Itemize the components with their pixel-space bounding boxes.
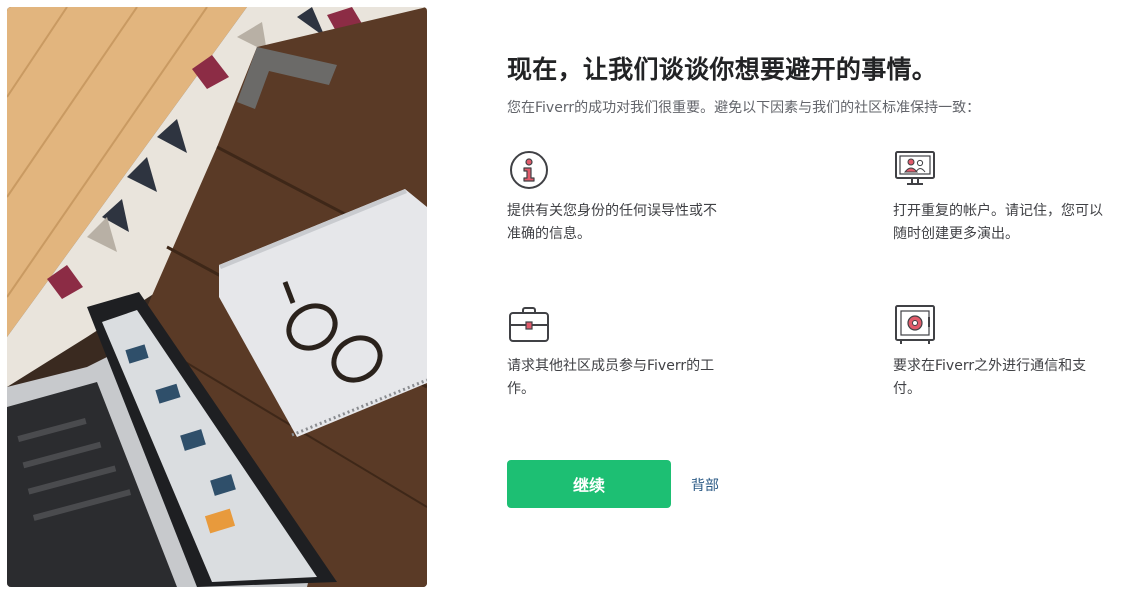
avoid-item-text: 提供有关您身份的任何误导性或不准确的信息。 xyxy=(507,203,717,242)
avoid-item-misleading-info: 提供有关您身份的任何误导性或不准确的信息。 xyxy=(507,148,727,246)
avoid-item-duplicate-accounts: 打开重复的帐户。请记住，您可以随时创建更多演出。 xyxy=(893,148,1113,246)
briefcase-icon xyxy=(509,307,549,342)
continue-button[interactable]: 继续 xyxy=(507,460,671,508)
avoid-item-text: 请求其他社区成员参与Fiverr的工作。 xyxy=(507,358,715,397)
main-content: 现在，让我们谈谈你想要避开的事情。 您在Fiverr的成功对我们很重要。避免以下… xyxy=(507,0,1107,592)
avoid-item-text: 打开重复的帐户。请记住，您可以随时创建更多演出。 xyxy=(893,203,1103,242)
avoid-item-outside-payments: 要求在Fiverr之外进行通信和支付。 xyxy=(893,303,1113,401)
safe-icon xyxy=(895,305,935,344)
page-title: 现在，让我们谈谈你想要避开的事情。 xyxy=(507,55,938,84)
page-subtitle: 您在Fiverr的成功对我们很重要。避免以下因素与我们的社区标准保持一致： xyxy=(507,100,981,116)
monitor-users-icon xyxy=(895,151,935,185)
hero-photo xyxy=(7,7,427,587)
info-icon xyxy=(510,151,548,189)
avoid-item-text: 要求在Fiverr之外进行通信和支付。 xyxy=(893,358,1087,397)
avoid-item-soliciting-work: 请求其他社区成员参与Fiverr的工作。 xyxy=(507,303,727,401)
back-link[interactable]: 背部 xyxy=(691,475,719,495)
